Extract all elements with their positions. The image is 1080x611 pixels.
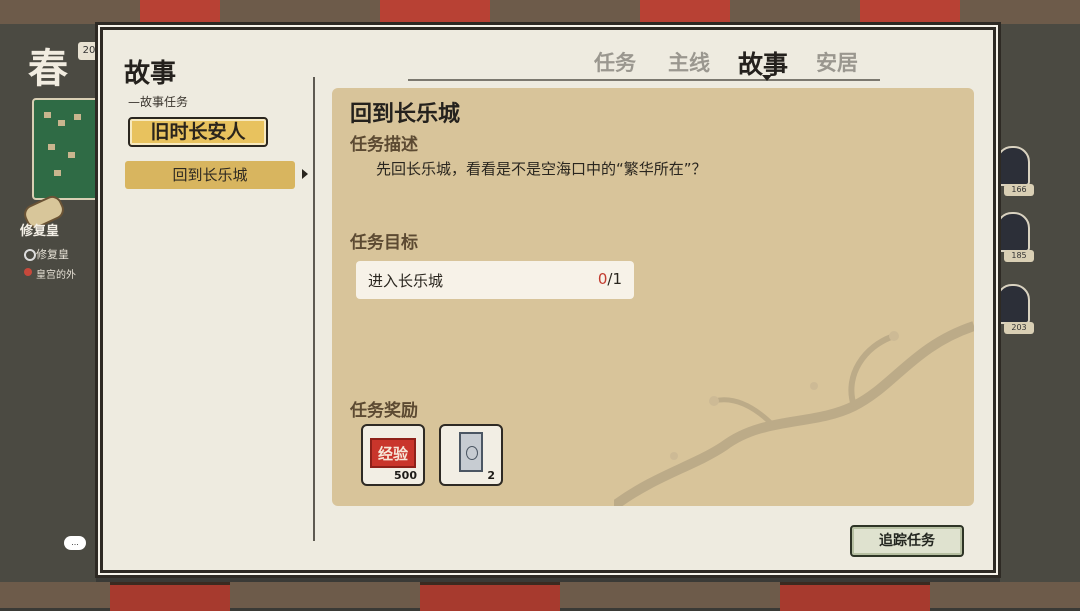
reward-qty: 500 (394, 469, 417, 482)
goal-total: /1 (607, 270, 622, 288)
minimap[interactable] (32, 98, 100, 200)
quest-dialog: 故事 —故事任务 旧时长安人 回到长乐城 任务 主线 故事 安居 回到长乐城 任… (95, 22, 1001, 578)
quest-list-item[interactable]: 回到长乐城 (125, 161, 295, 189)
reward-exp[interactable]: 经验 500 (361, 424, 425, 486)
background-bottom-street (0, 582, 1080, 611)
location-pin-icon (24, 268, 32, 276)
building-roof (420, 582, 560, 611)
npc-portrait[interactable]: 203 (996, 284, 1034, 334)
hud-quest-step: 修复皇 (36, 248, 69, 261)
goal-progress: 0/1 (598, 270, 622, 288)
story-category-button[interactable]: 旧时长安人 (128, 117, 268, 147)
description-header: 任务描述 (350, 135, 418, 155)
reward-header: 任务奖励 (350, 401, 418, 421)
goal-header: 任务目标 (350, 233, 418, 253)
goal-current: 0 (597, 270, 608, 288)
quest-step-dot-icon (24, 249, 36, 261)
silver-note-icon (459, 432, 483, 472)
dialog-subtitle: —故事任务 (128, 95, 189, 109)
quest-description: 先回长乐城，看看是不是空海口中的“繁华所在”？ (376, 160, 707, 178)
tab-renwu[interactable]: 任务 (594, 47, 636, 77)
quest-detail-panel: 回到长乐城 任务描述 先回长乐城，看看是不是空海口中的“繁华所在”？ 任务目标 … (332, 88, 974, 506)
hud-quest-title[interactable]: 修复皇 (20, 220, 59, 239)
reward-silver-note[interactable]: 2 (439, 424, 503, 486)
panel-divider (313, 77, 315, 541)
quest-goal-row: 进入长乐城 0/1 (356, 261, 634, 299)
building-roof (780, 582, 930, 611)
npc-level: 185 (1004, 250, 1034, 262)
npc-portrait[interactable]: 166 (996, 146, 1034, 196)
quest-tabs: 任务 主线 故事 安居 (408, 45, 880, 81)
chat-bubble-icon[interactable]: ... (64, 536, 86, 550)
building-roof (110, 582, 230, 611)
plum-branch-decoration (614, 321, 974, 506)
active-tab-marker-icon (762, 75, 772, 81)
background-top-street (0, 0, 1080, 25)
tab-zhuxian[interactable]: 主线 (668, 47, 710, 77)
quest-title: 回到长乐城 (350, 101, 461, 127)
hud-quest-location: 皇宫的外 (36, 270, 76, 281)
tab-anju[interactable]: 安居 (816, 47, 858, 77)
selected-arrow-icon (302, 169, 308, 179)
season-label: 春 (28, 45, 68, 92)
reward-qty: 2 (487, 469, 495, 482)
exp-stamp-icon: 经验 (370, 438, 416, 468)
goal-label: 进入长乐城 (368, 272, 444, 290)
track-quest-button[interactable]: 追踪任务 (850, 525, 964, 557)
dialog-title: 故事 (124, 59, 177, 89)
npc-level: 203 (1004, 322, 1034, 334)
npc-portrait[interactable]: 185 (996, 212, 1034, 262)
npc-level: 166 (1004, 184, 1034, 196)
